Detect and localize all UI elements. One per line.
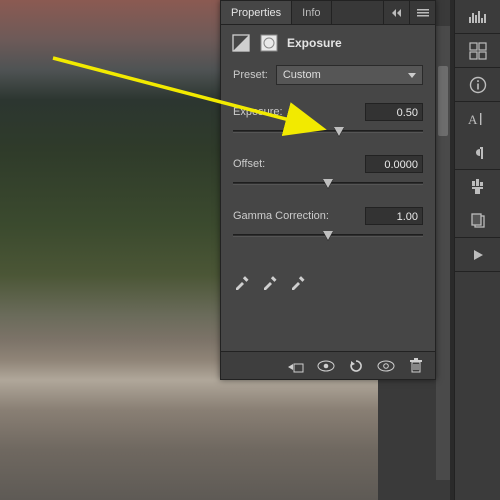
dock-separator bbox=[450, 0, 454, 500]
gamma-slider-knob[interactable] bbox=[323, 231, 333, 240]
exposure-adjustment-icon bbox=[231, 33, 251, 53]
exposure-label: Exposure: bbox=[233, 106, 283, 118]
exposure-field[interactable]: 0.50 bbox=[365, 103, 423, 121]
character-icon[interactable]: A bbox=[455, 102, 500, 136]
exposure-slider[interactable] bbox=[233, 125, 423, 139]
view-previous-state-icon[interactable] bbox=[317, 357, 335, 375]
eyedropper-black-icon[interactable] bbox=[233, 273, 251, 291]
properties-panel: Properties Info Exposure Preset: Custom bbox=[220, 0, 436, 380]
preset-dropdown[interactable]: Custom bbox=[276, 65, 423, 85]
panel-tabs: Properties Info bbox=[221, 1, 435, 25]
gamma-slider[interactable] bbox=[233, 229, 423, 243]
layer-mask-icon bbox=[259, 33, 279, 53]
offset-field[interactable]: 0.0000 bbox=[365, 155, 423, 173]
styles-icon[interactable] bbox=[455, 204, 500, 238]
adjustment-title: Exposure bbox=[287, 36, 342, 50]
panel-footer bbox=[221, 351, 435, 379]
scrollbar-thumb[interactable] bbox=[438, 66, 448, 136]
right-dock: A bbox=[454, 0, 500, 500]
histogram-icon[interactable] bbox=[455, 0, 500, 34]
offset-label: Offset: bbox=[233, 158, 265, 170]
preset-value: Custom bbox=[283, 69, 321, 81]
gamma-field[interactable]: 1.00 bbox=[365, 207, 423, 225]
paragraph-icon[interactable] bbox=[455, 136, 500, 170]
swatches-icon[interactable] bbox=[455, 34, 500, 68]
delete-icon[interactable] bbox=[407, 357, 425, 375]
toggle-visibility-icon[interactable] bbox=[377, 357, 395, 375]
eyedropper-gray-icon[interactable] bbox=[261, 273, 279, 291]
vertical-scrollbar[interactable] bbox=[436, 26, 450, 480]
panel-menu-icon[interactable] bbox=[409, 1, 435, 24]
tab-info[interactable]: Info bbox=[292, 1, 331, 24]
chevron-down-icon bbox=[408, 73, 416, 78]
preset-label: Preset: bbox=[233, 69, 268, 81]
gamma-label: Gamma Correction: bbox=[233, 210, 329, 222]
tab-properties[interactable]: Properties bbox=[221, 1, 292, 24]
brush-icon[interactable] bbox=[455, 170, 500, 204]
eyedropper-white-icon[interactable] bbox=[289, 273, 307, 291]
offset-slider[interactable] bbox=[233, 177, 423, 191]
play-icon[interactable] bbox=[455, 238, 500, 272]
clip-to-layer-icon[interactable] bbox=[287, 357, 305, 375]
offset-slider-knob[interactable] bbox=[323, 179, 333, 188]
collapse-icon[interactable] bbox=[383, 1, 409, 24]
exposure-slider-knob[interactable] bbox=[334, 127, 344, 136]
reset-icon[interactable] bbox=[347, 357, 365, 375]
info-icon[interactable] bbox=[455, 68, 500, 102]
svg-text:A: A bbox=[468, 112, 478, 127]
